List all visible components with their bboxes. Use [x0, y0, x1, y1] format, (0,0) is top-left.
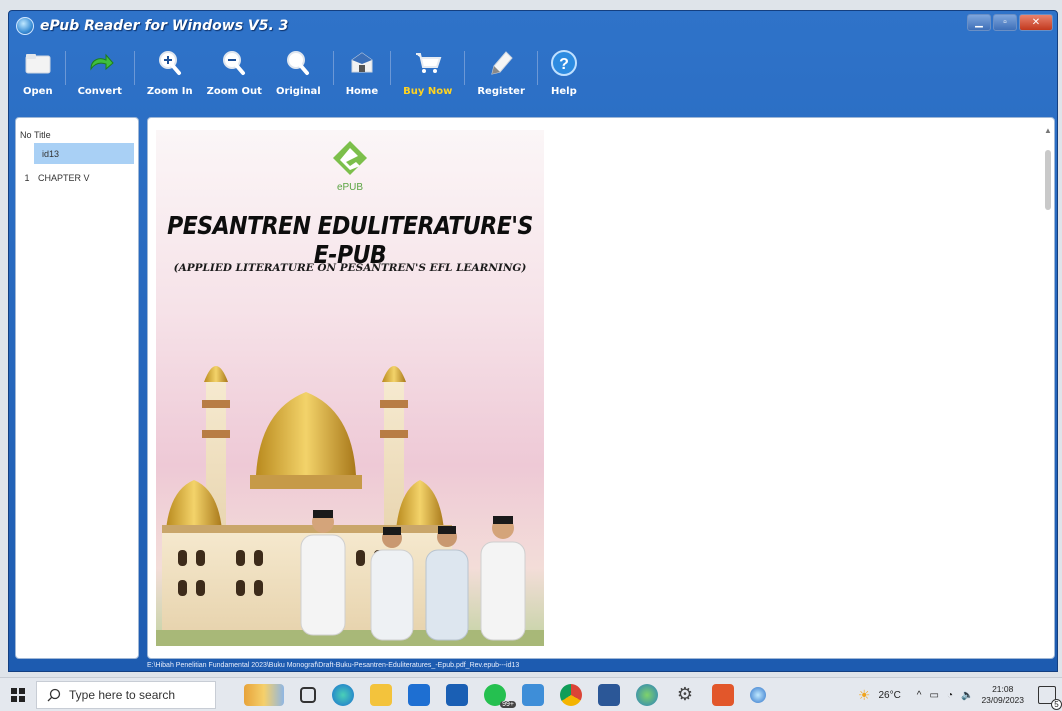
toc-sidebar: No Title id13 1 CHAPTER V: [15, 117, 139, 659]
globe-icon[interactable]: [636, 683, 658, 706]
app-icon: [16, 17, 34, 35]
book-cover: ePUB PESANTREN EDULITERATURE'S E-PUB (AP…: [156, 130, 544, 646]
notification-count: 5: [1051, 699, 1062, 710]
toc-row[interactable]: 1 CHAPTER V: [16, 167, 138, 188]
weather-temp[interactable]: 26°C: [878, 690, 900, 701]
toolbar-separator: [464, 51, 466, 85]
weather-icon[interactable]: ☀: [858, 687, 871, 704]
battery-icon[interactable]: ▭: [930, 690, 939, 701]
file-explorer-icon[interactable]: [370, 683, 392, 706]
clock[interactable]: 21:08 23/09/2023: [981, 684, 1024, 706]
office-icon[interactable]: [712, 683, 734, 706]
home-icon: [348, 49, 376, 77]
clock-date: 23/09/2023: [981, 695, 1024, 705]
zoom-out-button[interactable]: Zoom Out: [207, 45, 262, 97]
task-view-icon[interactable]: [300, 686, 316, 703]
scroll-up-icon[interactable]: ▲: [1043, 126, 1053, 136]
toc-row-no: 1: [24, 172, 30, 183]
tray-chevron-icon[interactable]: ^: [917, 690, 922, 701]
system-tray: ☀ 26°C ^ ▭ ◔ 🔈 21:08 23/09/2023 5: [858, 678, 1062, 711]
magnifier-icon: [284, 49, 312, 77]
volume-icon[interactable]: 🔈: [961, 690, 973, 701]
toolbar-label: Zoom Out: [206, 86, 262, 97]
toolbar-separator: [133, 51, 135, 85]
toolbar: Open Convert Zoom In Zoom Out Original H…: [9, 45, 592, 107]
maximize-button[interactable]: ▫: [993, 14, 1017, 31]
close-button[interactable]: ✕: [1019, 14, 1053, 31]
store-icon[interactable]: [408, 683, 430, 706]
search-input[interactable]: [69, 687, 209, 702]
toolbar-label: Register: [477, 86, 525, 97]
autumn-widget-icon[interactable]: [244, 683, 284, 706]
svg-text:?: ?: [559, 56, 569, 73]
toolbar-label: Open: [23, 86, 53, 97]
convert-button[interactable]: Convert: [78, 45, 122, 97]
open-button[interactable]: Open: [23, 45, 53, 97]
toolbar-label: Help: [551, 86, 577, 97]
network-icon[interactable]: ◔: [947, 690, 953, 701]
epub-reader-icon[interactable]: [750, 686, 766, 703]
toc-row-title: id13: [42, 148, 60, 159]
taskbar: 99+ ⚙ ☀ 26°C ^ ▭ ◔ 🔈 21:08 23/09/2023 5: [0, 677, 1062, 711]
toolbar-separator: [64, 51, 66, 85]
toc-col-title: Title: [34, 130, 51, 140]
windows-icon: [11, 687, 25, 702]
app-window: ePub Reader for Windows V5. 3 ▁ ▫ ✕ Open…: [8, 10, 1058, 672]
mosque-illustration: [156, 366, 544, 646]
edge-icon[interactable]: [332, 683, 354, 706]
mail-icon[interactable]: [446, 683, 468, 706]
toc-row[interactable]: id13: [34, 143, 134, 164]
page-viewer[interactable]: ePUB PESANTREN EDULITERATURE'S E-PUB (AP…: [147, 117, 1055, 659]
toolbar-separator: [332, 51, 334, 85]
vertical-scrollbar[interactable]: ▲: [1043, 126, 1053, 646]
toolbar-label: Buy Now: [403, 86, 453, 97]
whatsapp-icon[interactable]: 99+: [484, 683, 516, 708]
clock-time: 21:08: [992, 684, 1014, 694]
notification-button[interactable]: 5: [1038, 686, 1062, 710]
zoom-in-icon: [156, 49, 184, 77]
convert-arrow-icon: [86, 49, 114, 77]
help-button[interactable]: ? Help: [550, 45, 578, 97]
toolbar-label: Convert: [77, 86, 122, 97]
toc-row-title: CHAPTER V: [38, 172, 90, 183]
scrollbar-thumb[interactable]: [1045, 150, 1051, 210]
buy-now-button[interactable]: Buy Now: [403, 45, 452, 97]
folder-icon: [24, 49, 52, 77]
search-icon: [47, 688, 61, 701]
toolbar-label: Zoom In: [146, 86, 193, 97]
taskbar-apps: 99+ ⚙: [244, 683, 766, 708]
window-controls: ▁ ▫ ✕: [967, 14, 1053, 31]
toolbar-separator: [536, 51, 538, 85]
cart-icon: [414, 49, 442, 77]
chrome-icon[interactable]: [560, 683, 582, 706]
toolbar-label: Home: [345, 86, 379, 97]
badge-count: 99+: [500, 700, 516, 708]
settings-icon[interactable]: ⚙: [674, 684, 696, 706]
pen-icon: [487, 49, 515, 77]
word-icon[interactable]: [598, 683, 620, 706]
help-icon: ?: [550, 49, 578, 77]
title-bar: ePub Reader for Windows V5. 3 ▁ ▫ ✕: [9, 11, 1057, 41]
home-button[interactable]: Home: [346, 45, 378, 97]
toc-header: No Title: [16, 118, 138, 140]
toolbar-label: Original: [275, 86, 321, 97]
toolbar-separator: [390, 51, 392, 85]
register-button[interactable]: Register: [477, 45, 525, 97]
status-path: E:\Hibah Penelitian Fundamental 2023\Buk…: [147, 662, 520, 669]
window-title: ePub Reader for Windows V5. 3: [40, 18, 289, 34]
toc-col-no: No: [20, 130, 32, 140]
minimize-button[interactable]: ▁: [967, 14, 991, 31]
original-button[interactable]: Original: [276, 45, 321, 97]
app-icon-blue[interactable]: [522, 683, 544, 706]
start-button[interactable]: [0, 678, 36, 711]
zoom-in-button[interactable]: Zoom In: [147, 45, 193, 97]
taskbar-search[interactable]: [36, 680, 216, 709]
zoom-out-icon: [220, 49, 248, 77]
